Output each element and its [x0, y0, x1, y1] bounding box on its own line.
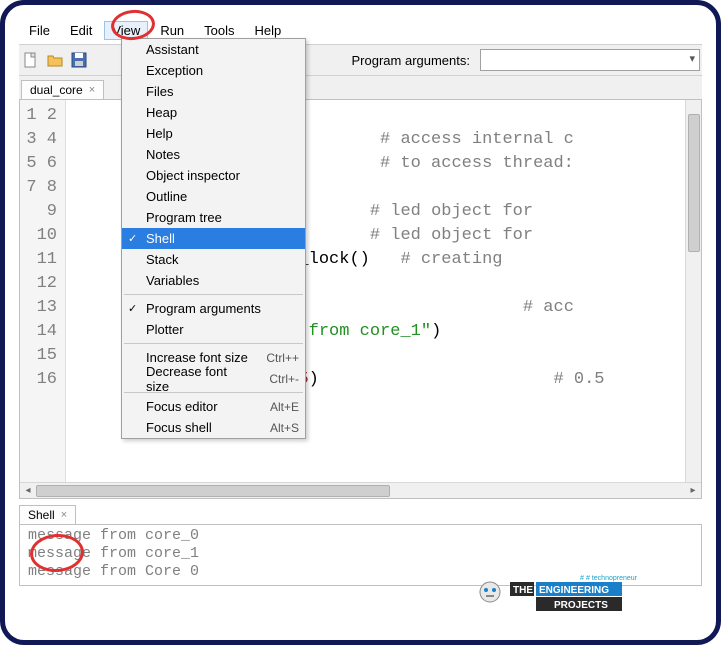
menu-item-label: Object inspector [146, 168, 240, 183]
menu-item-label: Outline [146, 189, 187, 204]
menu-item-program-tree[interactable]: Program tree [122, 207, 305, 228]
logo-word-projects: PROJECTS [554, 600, 608, 611]
menu-item-object-inspector[interactable]: Object inspector [122, 165, 305, 186]
menu-item-label: Focus editor [146, 399, 218, 414]
menu-shortcut: Ctrl+- [253, 372, 299, 386]
menu-edit[interactable]: Edit [62, 21, 100, 40]
menu-item-focus-editor[interactable]: Focus editor Alt+E [122, 396, 305, 417]
vertical-scrollbar[interactable] [685, 100, 701, 482]
check-icon: ✓ [128, 302, 137, 315]
menu-separator [124, 294, 303, 295]
menu-item-label: Variables [146, 273, 199, 288]
menu-item-files[interactable]: Files [122, 81, 305, 102]
close-icon[interactable]: × [89, 84, 95, 96]
shell-tab[interactable]: Shell × [19, 505, 76, 524]
menu-shortcut: Alt+S [254, 421, 299, 435]
menu-item-variables[interactable]: Variables [122, 270, 305, 291]
menu-item-label: Files [146, 84, 173, 99]
menu-item-label: Heap [146, 105, 177, 120]
shell-line: message from core_1 [28, 545, 693, 563]
menu-item-stack[interactable]: Stack [122, 249, 305, 270]
logo-word-engineering: ENGINEERING [539, 585, 609, 596]
menu-item-assistant[interactable]: Assistant [122, 39, 305, 60]
scroll-left-icon[interactable]: ◂ [20, 483, 36, 499]
menu-item-label: Stack [146, 252, 179, 267]
menu-item-label: Program tree [146, 210, 222, 225]
close-icon[interactable]: × [61, 509, 67, 521]
new-file-icon[interactable] [21, 50, 41, 70]
check-icon: ✓ [128, 232, 137, 245]
menu-item-label: Exception [146, 63, 203, 78]
menu-item-outline[interactable]: Outline [122, 186, 305, 207]
save-file-icon[interactable] [69, 50, 89, 70]
site-logo: # # technopreneur THE ENGINEERING PROJEC… [460, 572, 660, 612]
menu-item-notes[interactable]: Notes [122, 144, 305, 165]
menu-item-label: Decrease font size [146, 364, 253, 394]
menu-item-label: Plotter [146, 322, 184, 337]
shell-line: message from core_0 [28, 527, 693, 545]
editor-tab-label: dual_core [30, 83, 83, 97]
menu-item-focus-shell[interactable]: Focus shell Alt+S [122, 417, 305, 438]
view-menu-dropdown: Assistant Exception Files Heap Help Notes Obje… [121, 38, 306, 439]
menu-item-decrease-font-size[interactable]: Decrease font sizeCtrl+- [122, 368, 305, 389]
menu-item-shell[interactable]: ✓ Shell [122, 228, 305, 249]
logo-tagline-text: # technopreneur [586, 575, 638, 582]
program-arguments-label: Program arguments: [352, 53, 471, 68]
shell-tab-label: Shell [28, 508, 55, 522]
horizontal-scrollbar[interactable]: ◂ ▸ [20, 482, 701, 498]
logo-tagline: # [580, 575, 584, 582]
menu-file[interactable]: File [21, 21, 58, 40]
menu-item-program-arguments[interactable]: ✓ Program arguments [122, 298, 305, 319]
menu-item-label: Assistant [146, 42, 199, 57]
menu-item-label: Focus shell [146, 420, 212, 435]
line-gutter: 1 2 3 4 5 6 7 8 9 10 11 12 13 14 15 16 [20, 100, 66, 498]
logo-word-the: THE [513, 585, 533, 596]
menu-item-plotter[interactable]: Plotter [122, 319, 305, 340]
menu-item-label: Notes [146, 147, 180, 162]
menu-item-heap[interactable]: Heap [122, 102, 305, 123]
menu-item-label: Program arguments [146, 301, 261, 316]
hscrollbar-thumb[interactable] [36, 485, 390, 497]
open-file-icon[interactable] [45, 50, 65, 70]
menu-separator [124, 343, 303, 344]
menu-item-label: Help [146, 126, 173, 141]
menu-shortcut: Ctrl++ [250, 351, 299, 365]
menu-item-help[interactable]: Help [122, 123, 305, 144]
editor-tab[interactable]: dual_core × [21, 80, 104, 99]
menu-shortcut: Alt+E [254, 400, 299, 414]
program-arguments-dropdown[interactable] [480, 49, 700, 71]
menu-item-exception[interactable]: Exception [122, 60, 305, 81]
scroll-right-icon[interactable]: ▸ [685, 483, 701, 499]
menu-item-label: Shell [146, 231, 175, 246]
scrollbar-thumb[interactable] [688, 114, 700, 252]
